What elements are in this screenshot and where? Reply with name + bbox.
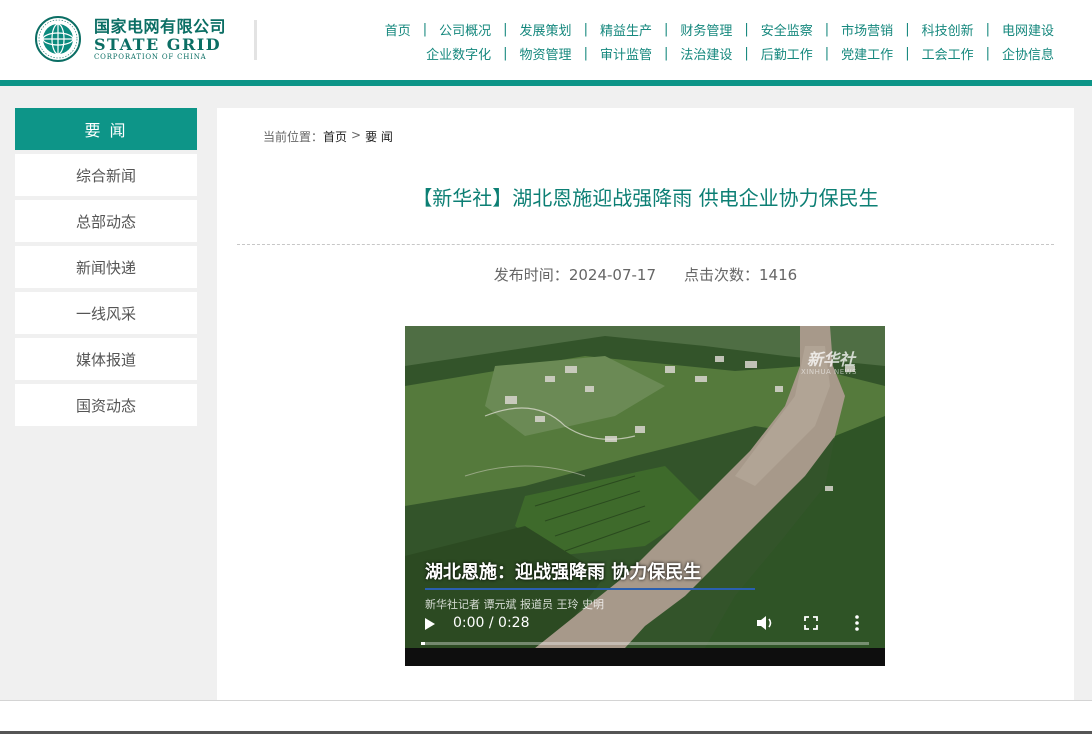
fullscreen-icon[interactable] — [803, 615, 819, 631]
nav-separator: | — [583, 45, 588, 61]
nav-item-lean-production[interactable]: 精益生产 — [600, 20, 652, 39]
nav-item-union[interactable]: 工会工作 — [922, 44, 974, 63]
main-nav: 首页 | 公司概况 | 发展策划 | 精益生产 | 财务管理 | 安全监察 | … — [254, 18, 1054, 66]
breadcrumb: 当前位置： 首页 > 要 闻 — [263, 128, 393, 145]
logo-english-sub: CORPORATION OF CHINA — [94, 52, 207, 61]
logo-chinese-name: 国家电网有限公司 — [94, 16, 227, 36]
nav-row-1: 首页 | 公司概况 | 发展策划 | 精益生产 | 财务管理 | 安全监察 | … — [254, 18, 1054, 40]
nav-separator: | — [985, 45, 990, 61]
video-progress-bar[interactable] — [421, 642, 869, 645]
nav-item-company-overview[interactable]: 公司概况 — [439, 20, 491, 39]
nav-item-legal[interactable]: 法治建设 — [680, 44, 732, 63]
video-time: 0:00 / 0:28 — [453, 615, 530, 631]
nav-separator: | — [824, 45, 830, 61]
sidebar-item-general-news[interactable]: 综合新闻 — [15, 154, 197, 196]
hits-label: 点击次数： — [684, 266, 760, 284]
nav-item-development-planning[interactable]: 发展策划 — [520, 20, 572, 39]
nav-item-safety[interactable]: 安全监察 — [761, 20, 813, 39]
nav-separator: | — [503, 21, 508, 37]
logo-english-name: STATE GRID — [94, 34, 222, 54]
sidebar-item-frontline[interactable]: 一线风采 — [15, 292, 197, 334]
breadcrumb-home-link[interactable]: 首页 — [323, 128, 347, 145]
video-caption-underline — [425, 588, 755, 590]
sidebar: 要 闻 综合新闻 总部动态 新闻快递 一线风采 媒体报道 国资动态 — [15, 108, 197, 430]
sidebar-item-sasac-updates[interactable]: 国资动态 — [15, 384, 197, 426]
video-caption: 湖北恩施：迎战强降雨 协力保民生 — [425, 562, 702, 583]
nav-item-audit[interactable]: 审计监管 — [600, 44, 652, 63]
state-grid-emblem-icon — [35, 16, 81, 62]
article-meta: 发布时间：2024-07-17 点击次数：1416 — [217, 264, 1074, 285]
title-divider — [237, 244, 1054, 245]
nav-item-finance[interactable]: 财务管理 — [680, 20, 732, 39]
sidebar-heading[interactable]: 要 闻 — [15, 108, 197, 150]
article-panel: 当前位置： 首页 > 要 闻 【新华社】湖北恩施迎战强降雨 供电企业协力保民生 … — [217, 108, 1074, 700]
video-watermark-sub: XINHUA NEWS — [800, 368, 857, 376]
sidebar-item-hq-updates[interactable]: 总部动态 — [15, 200, 197, 242]
nav-item-enterprise-association[interactable]: 企协信息 — [1002, 44, 1054, 63]
article-title: 【新华社】湖北恩施迎战强降雨 供电企业协力保民生 — [412, 186, 879, 210]
video-bottom-bar — [405, 648, 885, 666]
page-footer — [0, 701, 1092, 734]
sidebar-item-media-reports[interactable]: 媒体报道 — [15, 338, 197, 380]
nav-item-party[interactable]: 党建工作 — [841, 44, 893, 63]
video-player[interactable]: 新华社 XINHUA NEWS 湖北恩施：迎战强降雨 协力保民生 新华社记者 谭… — [405, 326, 885, 666]
nav-item-logistics[interactable]: 后勤工作 — [761, 44, 813, 63]
breadcrumb-current[interactable]: 要 闻 — [365, 128, 393, 145]
nav-item-digitalization[interactable]: 企业数字化 — [426, 44, 491, 63]
video-watermark: 新华社 — [806, 350, 855, 369]
nav-row-2: 企业数字化 | 物资管理 | 审计监管 | 法治建设 | 后勤工作 | 党建工作… — [254, 42, 1054, 64]
publish-date: 2024-07-17 — [568, 266, 656, 284]
nav-separator: | — [824, 21, 830, 37]
nav-item-marketing[interactable]: 市场营销 — [841, 20, 893, 39]
nav-item-grid-construction[interactable]: 电网建设 — [1002, 20, 1054, 39]
breadcrumb-separator: > — [351, 128, 362, 142]
header-accent-bar — [0, 80, 1092, 86]
nav-separator: | — [905, 21, 910, 37]
site-header: 国家电网有限公司 STATE GRID CORPORATION OF CHINA… — [0, 0, 1092, 86]
nav-separator: | — [905, 45, 910, 61]
nav-separator: | — [663, 21, 669, 37]
breadcrumb-prefix: 当前位置： — [263, 130, 324, 144]
nav-separator: | — [985, 21, 990, 37]
nav-separator: | — [663, 45, 669, 61]
nav-item-home[interactable]: 首页 — [385, 20, 411, 39]
nav-separator: | — [583, 21, 588, 37]
more-options-icon[interactable] — [853, 613, 861, 633]
nav-separator: | — [744, 21, 749, 37]
nav-separator: | — [503, 45, 508, 61]
sidebar-item-news-express[interactable]: 新闻快递 — [15, 246, 197, 288]
volume-icon[interactable] — [755, 614, 775, 632]
play-icon[interactable] — [425, 618, 435, 630]
nav-separator: | — [744, 45, 749, 61]
nav-separator: | — [422, 21, 428, 37]
logo[interactable]: 国家电网有限公司 STATE GRID CORPORATION OF CHINA — [32, 14, 262, 64]
video-progress-fill — [421, 642, 426, 645]
hits-count: 1416 — [759, 266, 798, 284]
nav-item-innovation[interactable]: 科技创新 — [922, 20, 974, 39]
video-controls: 0:00 / 0:28 — [405, 606, 885, 646]
nav-item-materials[interactable]: 物资管理 — [520, 44, 572, 63]
publish-label: 发布时间： — [493, 266, 569, 284]
